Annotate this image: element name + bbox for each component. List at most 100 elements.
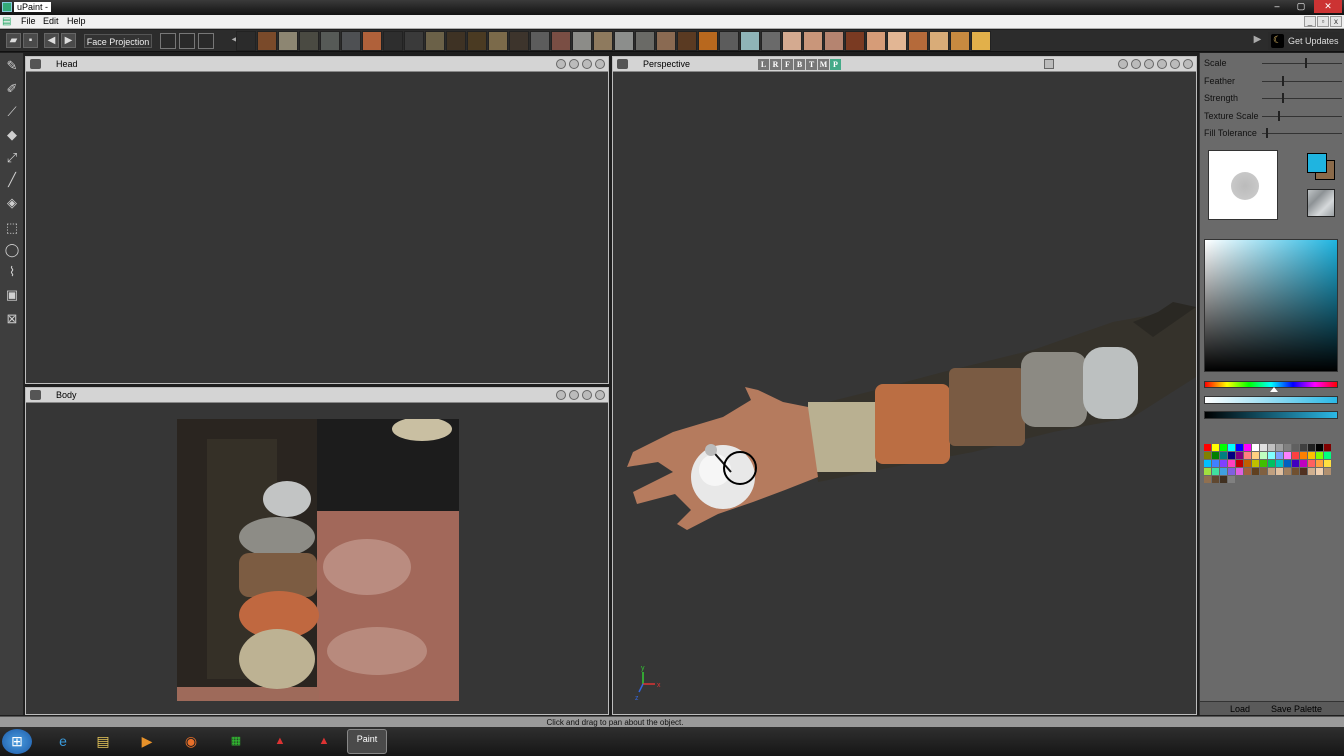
- palette-swatch[interactable]: [1236, 452, 1243, 459]
- view-model-button[interactable]: M: [818, 59, 829, 70]
- head-panel[interactable]: Head: [25, 56, 609, 384]
- palette-swatch[interactable]: [1228, 444, 1235, 451]
- texture-swatch[interactable]: [383, 31, 403, 51]
- open-icon[interactable]: ▰: [6, 33, 21, 48]
- texture-swatch[interactable]: [488, 31, 508, 51]
- palette-swatch[interactable]: [1276, 460, 1283, 467]
- lasso-tool-icon[interactable]: ⌇: [3, 263, 21, 281]
- upaint-taskbar-button[interactable]: Paint: [347, 729, 387, 754]
- mdi-restore-icon[interactable]: ▫: [1317, 16, 1329, 27]
- texture-swatch[interactable]: [446, 31, 466, 51]
- persp-move-icon[interactable]: [1144, 59, 1154, 69]
- head-frame-icon[interactable]: [582, 59, 592, 69]
- view-perspective-button[interactable]: P: [830, 59, 841, 70]
- maximize-button[interactable]: ▢: [1290, 0, 1312, 13]
- palette-swatch[interactable]: [1284, 460, 1291, 467]
- redo-icon[interactable]: ▶: [61, 33, 76, 48]
- slider-thumb[interactable]: [1265, 128, 1268, 138]
- palette-swatch[interactable]: [1324, 468, 1331, 475]
- ellipse-select-tool-icon[interactable]: ◯: [3, 241, 21, 259]
- palette-swatch[interactable]: [1212, 460, 1219, 467]
- menu-edit[interactable]: Edit: [43, 16, 59, 26]
- file-explorer-icon[interactable]: ▤: [84, 729, 122, 754]
- slider-thumb[interactable]: [1277, 110, 1280, 121]
- palette-swatch[interactable]: [1284, 444, 1291, 451]
- palette-swatch[interactable]: [1204, 468, 1211, 475]
- value-slider[interactable]: [1204, 411, 1338, 419]
- palette-swatch[interactable]: [1244, 460, 1251, 467]
- palette-swatch[interactable]: [1244, 444, 1251, 451]
- texture-swatch[interactable]: [236, 31, 256, 51]
- view-right-button[interactable]: R: [770, 59, 781, 70]
- texture-swatch[interactable]: [656, 31, 676, 51]
- palette-swatch[interactable]: [1324, 460, 1331, 467]
- minimize-button[interactable]: –: [1266, 0, 1288, 13]
- head-zoom-icon[interactable]: [556, 59, 566, 69]
- view-back-button[interactable]: B: [794, 59, 805, 70]
- palette-swatch[interactable]: [1228, 460, 1235, 467]
- internet-explorer-icon[interactable]: e: [44, 729, 82, 754]
- body-zoom-icon[interactable]: [556, 390, 566, 400]
- texture-swatch[interactable]: [257, 31, 277, 51]
- media-player-icon[interactable]: ▶: [128, 729, 166, 754]
- texture-swatch[interactable]: [509, 31, 529, 51]
- layout-split-icon[interactable]: [179, 33, 195, 49]
- clone-tool-icon[interactable]: ⟋: [3, 103, 21, 121]
- slider-thumb[interactable]: [1281, 75, 1284, 86]
- persp-frame-icon[interactable]: [1157, 59, 1167, 69]
- view-front-button[interactable]: F: [782, 59, 793, 70]
- texture-swatch[interactable]: [425, 31, 445, 51]
- body-frame-icon[interactable]: [582, 390, 592, 400]
- texture-swatch[interactable]: [299, 31, 319, 51]
- palette-swatch[interactable]: [1204, 452, 1211, 459]
- texture-swatch[interactable]: [908, 31, 928, 51]
- slider-thumb[interactable]: [1304, 58, 1307, 68]
- texture-swatch[interactable]: [740, 31, 760, 51]
- transform-tool-icon[interactable]: ▣: [3, 286, 21, 304]
- save-icon[interactable]: ▪: [23, 33, 38, 48]
- palette-swatch[interactable]: [1236, 460, 1243, 467]
- texture-swatch[interactable]: [719, 31, 739, 51]
- slider-track[interactable]: [1262, 115, 1342, 117]
- palette-swatch[interactable]: [1220, 444, 1227, 451]
- persp-rotate-icon[interactable]: [1170, 59, 1180, 69]
- palette-swatch[interactable]: [1268, 452, 1275, 459]
- app-icon-1[interactable]: ▦: [217, 729, 255, 754]
- palette-swatch[interactable]: [1324, 452, 1331, 459]
- app-icon-2[interactable]: ▲: [261, 729, 299, 754]
- palette-swatch[interactable]: [1292, 460, 1299, 467]
- palette-swatch[interactable]: [1244, 468, 1251, 475]
- arm-3d-render[interactable]: y x z: [613, 72, 1196, 714]
- body-reset-icon[interactable]: [595, 390, 605, 400]
- texture-swatch[interactable]: [929, 31, 949, 51]
- airbrush-tool-icon[interactable]: ✐: [3, 80, 21, 98]
- palette-swatch[interactable]: [1212, 452, 1219, 459]
- palette-swatch[interactable]: [1212, 476, 1219, 483]
- palette-swatch[interactable]: [1308, 468, 1315, 475]
- palette-swatch[interactable]: [1212, 468, 1219, 475]
- palette-swatch[interactable]: [1244, 452, 1251, 459]
- palette-swatch[interactable]: [1316, 452, 1323, 459]
- palette-swatch[interactable]: [1268, 444, 1275, 451]
- texture-swatch[interactable]: [530, 31, 550, 51]
- texture-swatch[interactable]: [950, 31, 970, 51]
- slider-track[interactable]: [1262, 80, 1342, 82]
- palette-swatch[interactable]: [1228, 452, 1235, 459]
- texture-swatch[interactable]: [635, 31, 655, 51]
- texture-swatch[interactable]: [677, 31, 697, 51]
- palette-swatch[interactable]: [1300, 452, 1307, 459]
- texture-swatch[interactable]: [320, 31, 340, 51]
- palette-swatch[interactable]: [1316, 468, 1323, 475]
- uv-texture-map[interactable]: [177, 419, 459, 701]
- persp-zoom-icon[interactable]: [1131, 59, 1141, 69]
- palette-swatch[interactable]: [1204, 444, 1211, 451]
- slider-track[interactable]: [1262, 63, 1342, 64]
- palette-swatch[interactable]: [1260, 460, 1267, 467]
- palette-swatch[interactable]: [1220, 468, 1227, 475]
- palette-swatch[interactable]: [1252, 460, 1259, 467]
- texture-swatch[interactable]: [362, 31, 382, 51]
- view-left-button[interactable]: L: [758, 59, 769, 70]
- palette-swatch[interactable]: [1228, 476, 1235, 483]
- palette-swatch[interactable]: [1308, 452, 1315, 459]
- palette-swatch[interactable]: [1284, 452, 1291, 459]
